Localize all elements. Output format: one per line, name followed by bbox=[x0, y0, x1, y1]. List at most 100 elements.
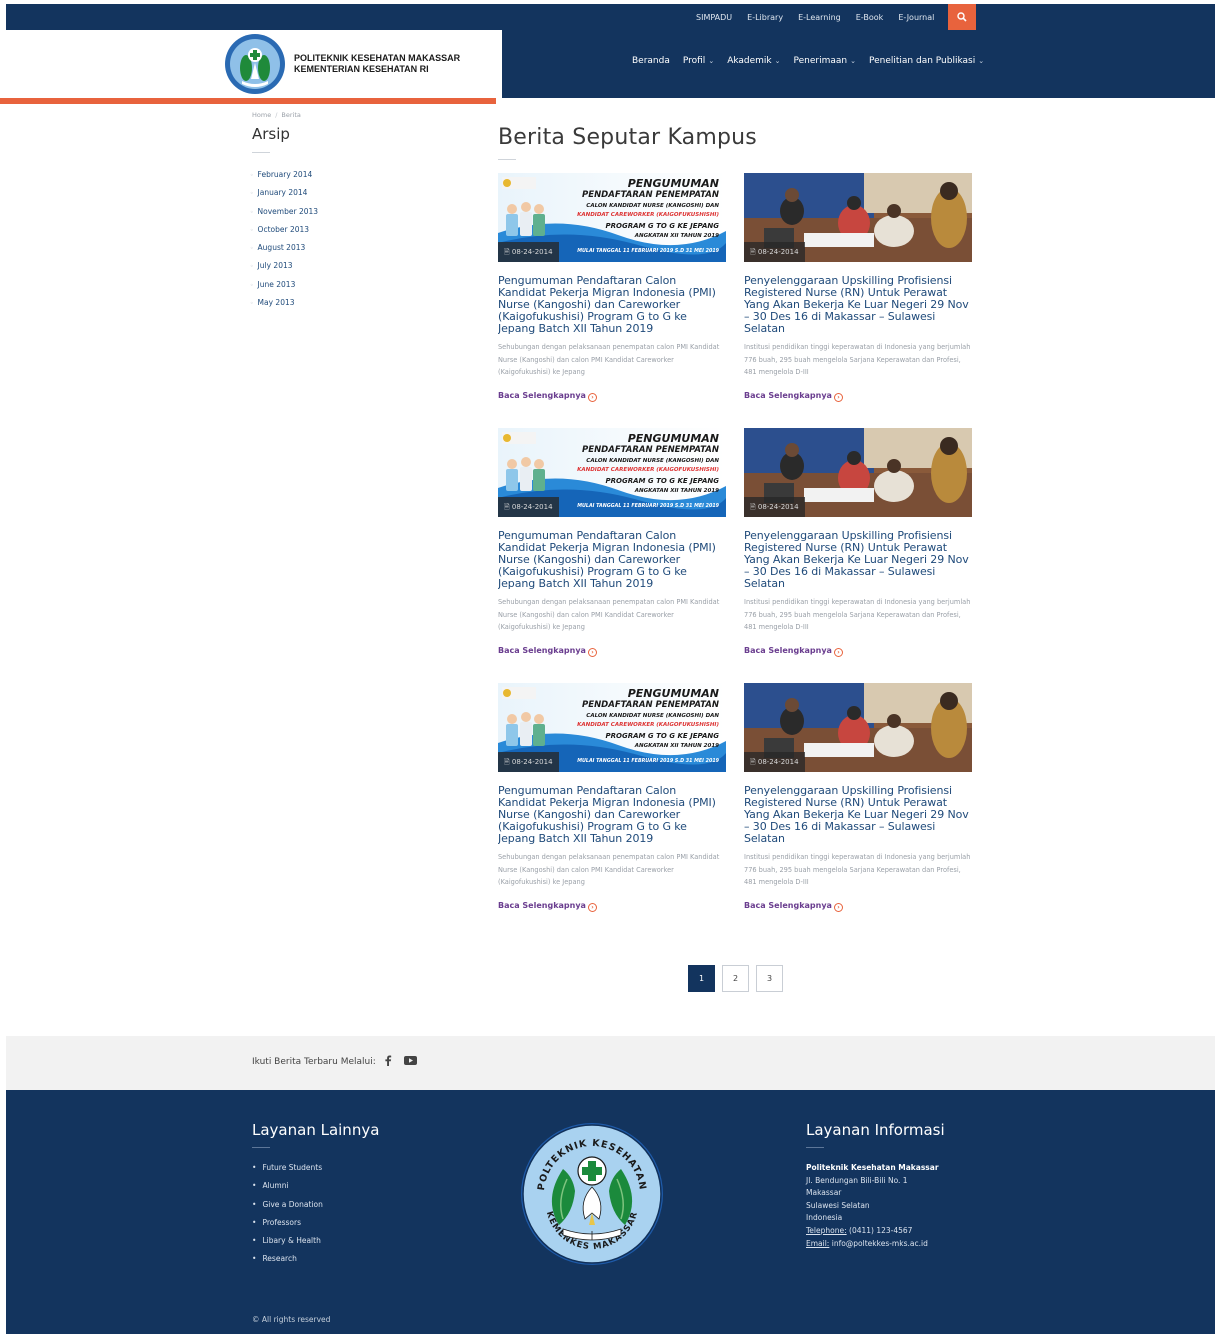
contact-city: Makassar bbox=[806, 1188, 842, 1198]
nav-penelitian[interactable]: Penelitian dan Publikasi ⌄ bbox=[869, 56, 984, 66]
nav-label: Profil bbox=[682, 56, 706, 66]
nav-profil[interactable]: Profil ⌄ bbox=[683, 56, 714, 66]
read-more-link[interactable]: Baca Selengkapnya › bbox=[498, 646, 597, 657]
breadcrumb: Home / Berita bbox=[252, 111, 301, 119]
poster-line-2: PENDAFTARAN PENEMPATAN bbox=[582, 700, 719, 710]
bullet-icon: ◦ bbox=[250, 300, 254, 308]
youtube-icon[interactable] bbox=[403, 1056, 417, 1065]
page-title: Berita Seputar Kampus bbox=[498, 125, 757, 150]
news-thumbnail[interactable]: PENGUMUMAN PENDAFTARAN PENEMPATAN CALON KA… bbox=[498, 683, 726, 772]
news-thumbnail[interactable]: PENGUMUMAN PENDAFTARAN PENEMPATAN CALON KA… bbox=[498, 428, 726, 517]
read-more-link[interactable]: Baca Selengkapnya › bbox=[498, 901, 597, 912]
facebook-icon[interactable] bbox=[384, 1055, 392, 1066]
poster-line-6: ANGKATAN XII TAHUN 2019 bbox=[634, 743, 719, 749]
service-link[interactable]: Libary & Health bbox=[252, 1236, 323, 1254]
nav-label: Beranda bbox=[632, 56, 670, 66]
email-value[interactable]: info@poltekkes-mks.ac.id bbox=[832, 1239, 928, 1248]
news-title[interactable]: Penyelenggaraan Upskilling Profisiensi R… bbox=[744, 785, 972, 847]
news-thumbnail[interactable]: 🗎 08-24-2014 bbox=[744, 173, 972, 262]
archive-item[interactable]: ◦ August 2013 bbox=[250, 242, 318, 260]
arrow-circle-icon: › bbox=[587, 648, 597, 657]
archive-label: November 2013 bbox=[257, 206, 319, 216]
post-date: 08-24-2014 bbox=[757, 758, 799, 766]
breadcrumb-separator: / bbox=[275, 111, 278, 119]
page-button-1[interactable]: 1 bbox=[688, 965, 715, 992]
pagination: 1 2 3 bbox=[688, 965, 790, 992]
page-button-2[interactable]: 2 bbox=[722, 965, 749, 992]
breadcrumb-home[interactable]: Home bbox=[252, 111, 271, 119]
news-card: 🗎 08-24-2014 Penyelenggaraan Upskilling P… bbox=[744, 683, 972, 912]
date-badge: 🗎 08-24-2014 bbox=[744, 497, 805, 517]
bullet-icon: ◦ bbox=[250, 226, 254, 234]
top-link-elearning[interactable]: E-Learning bbox=[798, 13, 841, 22]
copyright: © All rights reserved bbox=[252, 1315, 331, 1324]
archive-item[interactable]: ◦ February 2014 bbox=[250, 169, 318, 187]
archive-label: October 2013 bbox=[257, 224, 310, 234]
poster-line-5: PROGRAM G TO G KE JEPANG bbox=[606, 477, 720, 485]
news-title[interactable]: Penyelenggaraan Upskilling Profisiensi R… bbox=[744, 530, 972, 592]
news-title[interactable]: Pengumuman Pendaftaran Calon Kandidat Pe… bbox=[498, 530, 726, 592]
archive-item[interactable]: ◦ October 2013 bbox=[250, 224, 318, 242]
news-title[interactable]: Penyelenggaraan Upskilling Profisiensi R… bbox=[744, 275, 972, 337]
news-excerpt: Sehubungan dengan pelaksanaan penempatan… bbox=[498, 598, 720, 631]
brand-name: POLITEKNIK KESEHATAN MAKASSAR KEMENTERIA… bbox=[294, 53, 460, 75]
service-link[interactable]: Professors bbox=[252, 1218, 323, 1236]
service-link[interactable]: Give a Donation bbox=[252, 1200, 322, 1218]
archive-item[interactable]: ◦ June 2013 bbox=[250, 279, 318, 297]
service-link[interactable]: Research bbox=[252, 1254, 323, 1272]
top-link-elibrary[interactable]: E-Library bbox=[747, 13, 783, 22]
page-title-rule bbox=[498, 159, 516, 160]
archive-item[interactable]: ◦ January 2014 bbox=[250, 187, 318, 205]
archive-item[interactable]: ◦ May 2013 bbox=[250, 297, 318, 315]
poster-line-2: PENDAFTARAN PENEMPATAN bbox=[582, 190, 719, 200]
page-button-3[interactable]: 3 bbox=[756, 965, 783, 992]
news-title[interactable]: Pengumuman Pendaftaran Calon Kandidat Pe… bbox=[498, 785, 726, 847]
read-more-link[interactable]: Baca Selengkapnya › bbox=[744, 391, 843, 402]
contact-email-row: Email: info@poltekkes-mks.ac.id bbox=[806, 1238, 939, 1251]
news-thumbnail[interactable]: 🗎 08-24-2014 bbox=[744, 683, 972, 772]
brand[interactable]: POLITEKNIK KESEHATAN MAKASSAR KEMENTERIA… bbox=[6, 30, 502, 98]
contact-province: Sulawesi Selatan bbox=[806, 1200, 870, 1210]
search-button[interactable] bbox=[948, 4, 976, 30]
logo-icon bbox=[225, 34, 285, 94]
bullet-icon: ◦ bbox=[250, 190, 254, 198]
read-more-link[interactable]: Baca Selengkapnya › bbox=[744, 901, 843, 912]
bullet-icon: ◦ bbox=[250, 208, 254, 216]
bullet-icon: ◦ bbox=[250, 263, 254, 271]
contact-org: Politeknik Kesehatan Makassar bbox=[806, 1163, 939, 1172]
top-link-ejournal[interactable]: E-Journal bbox=[898, 13, 934, 22]
nav-beranda[interactable]: Beranda bbox=[632, 56, 670, 66]
read-more-label: Baca Selengkapnya bbox=[498, 391, 586, 400]
news-title[interactable]: Pengumuman Pendaftaran Calon Kandidat Pe… bbox=[498, 275, 726, 337]
poster-line-3: CALON KANDIDAT NURSE (KANGOSHI) DAN bbox=[586, 713, 719, 719]
post-date: 08-24-2014 bbox=[511, 248, 553, 256]
read-more-link[interactable]: Baca Selengkapnya › bbox=[744, 646, 843, 657]
post-date: 08-24-2014 bbox=[511, 503, 553, 511]
footer-logo-icon: POLTEKNIK KESEHATAN KEMENKES MAKASSAR bbox=[521, 1123, 663, 1265]
email-label: Email: bbox=[806, 1238, 830, 1248]
archive-item[interactable]: ◦ July 2013 bbox=[250, 260, 318, 278]
top-link-ebook[interactable]: E-Book bbox=[856, 13, 884, 22]
chevron-down-icon: ⌄ bbox=[978, 57, 985, 65]
sidebar-title-rule bbox=[252, 152, 270, 153]
post-date: 08-24-2014 bbox=[757, 503, 799, 511]
arrow-circle-icon: › bbox=[833, 903, 843, 912]
phone-value[interactable]: (0411) 123-4567 bbox=[849, 1226, 912, 1235]
service-link[interactable]: Alumni bbox=[252, 1181, 323, 1199]
arrow-circle-icon: › bbox=[587, 903, 597, 912]
read-more-link[interactable]: Baca Selengkapnya › bbox=[498, 391, 597, 402]
top-link-simpadu[interactable]: SIMPADU bbox=[696, 13, 732, 22]
news-thumbnail[interactable]: 🗎 08-24-2014 bbox=[744, 428, 972, 517]
arrow-circle-icon: › bbox=[833, 393, 843, 402]
calendar-icon: 🗎 bbox=[750, 248, 758, 256]
site-footer: Layanan Lainnya Future Students Alumni G… bbox=[6, 1090, 1215, 1334]
poster-line-3: CALON KANDIDAT NURSE (KANGOSHI) DAN bbox=[586, 203, 719, 209]
archive-item[interactable]: ◦ November 2013 bbox=[250, 206, 318, 224]
nav-akademik[interactable]: Akademik ⌄ bbox=[727, 56, 780, 66]
news-thumbnail[interactable]: PENGUMUMAN PENDAFTARAN PENEMPATAN CALON KA… bbox=[498, 173, 726, 262]
nav-penerimaan[interactable]: Penerimaan ⌄ bbox=[794, 56, 856, 66]
arrow-circle-icon: › bbox=[833, 648, 843, 657]
sidebar-title: Arsip bbox=[252, 125, 290, 143]
service-link[interactable]: Future Students bbox=[252, 1163, 323, 1181]
bullet-icon: ◦ bbox=[250, 172, 254, 179]
